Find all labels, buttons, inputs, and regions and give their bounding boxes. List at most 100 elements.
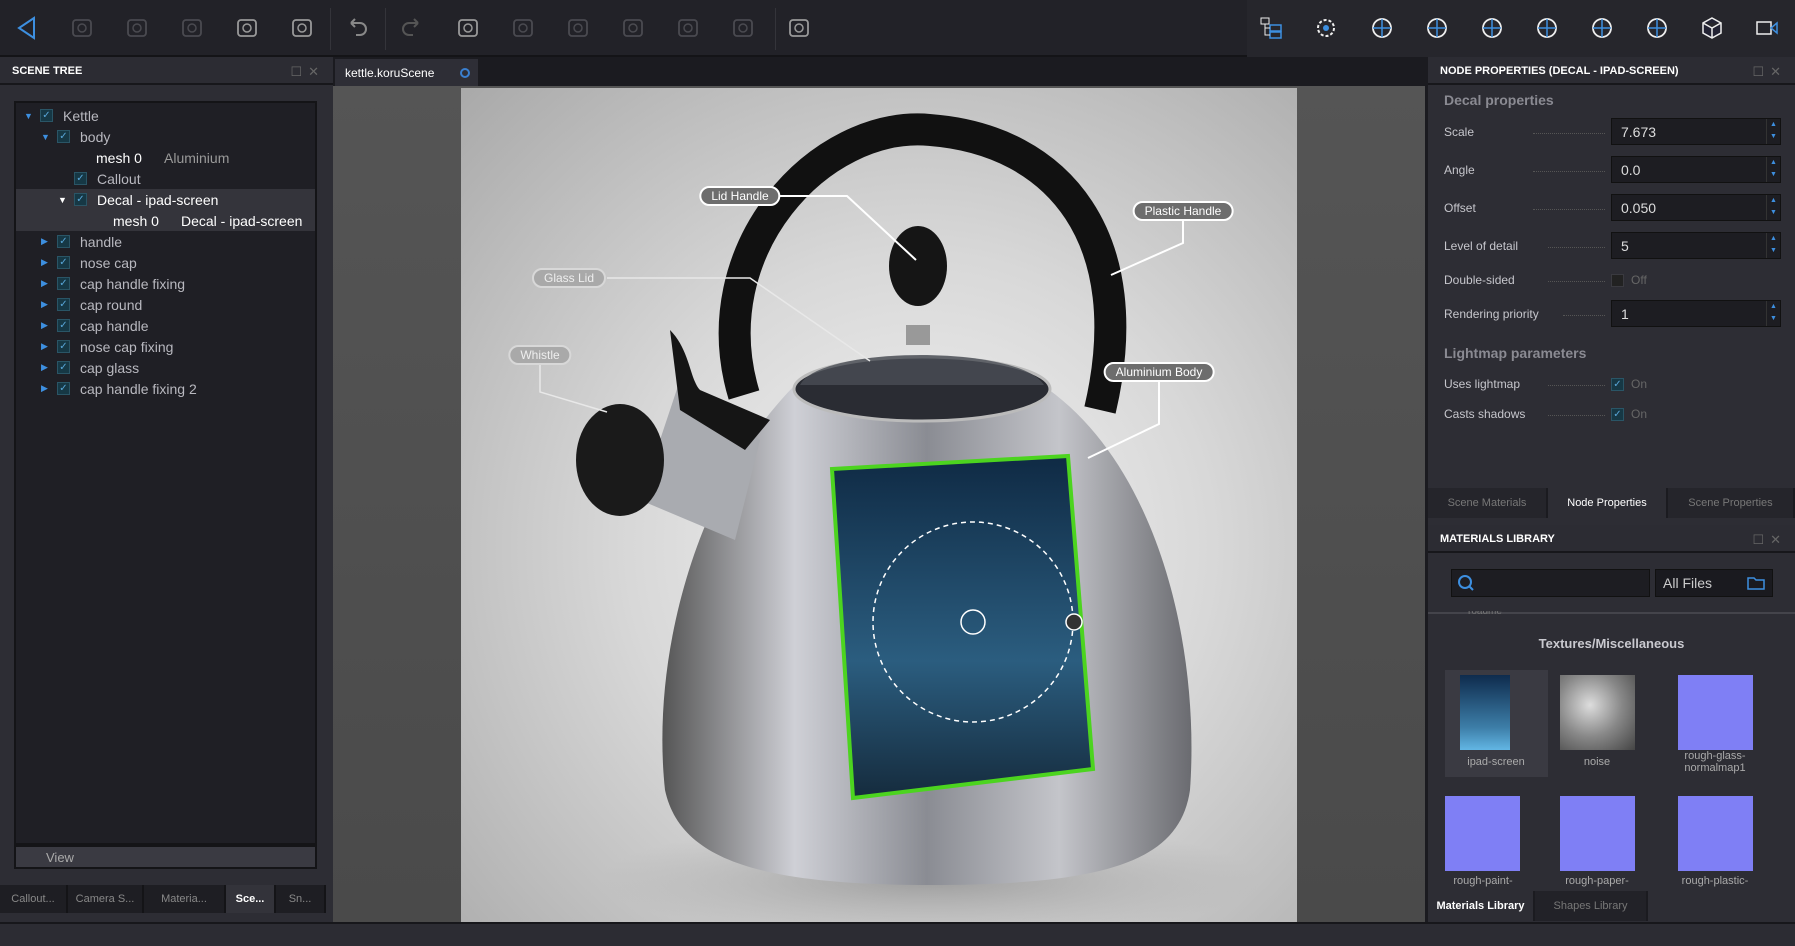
tab-scene-materials[interactable]: Scene Materials: [1428, 488, 1548, 518]
callout-aluminium-body[interactable]: Aluminium Body: [1103, 362, 1215, 382]
offset-field[interactable]: 0.050 ▲ ▼: [1611, 194, 1781, 221]
redo-button[interactable]: [396, 12, 428, 44]
tree-item[interactable]: ▶ ✓ cap round: [16, 294, 315, 315]
tree-item[interactable]: ▶ ✓ cap handle fixing 2: [16, 378, 315, 399]
expand-right-icon[interactable]: ▶: [41, 257, 51, 268]
camera-folder-button[interactable]: [1421, 12, 1453, 44]
double-sided-checkbox[interactable]: [1611, 274, 1624, 287]
visibility-checkbox[interactable]: ✓: [74, 172, 87, 185]
tree-item[interactable]: mesh 0 Aluminium: [16, 147, 315, 168]
thumb-rough-plastic[interactable]: [1678, 796, 1753, 871]
orbit-button[interactable]: [121, 12, 153, 44]
expand-right-icon[interactable]: ▶: [41, 236, 51, 247]
document-tab[interactable]: kettle.koruScene: [335, 59, 478, 86]
callout-plastic-handle[interactable]: Plastic Handle: [1132, 201, 1234, 221]
visibility-checkbox[interactable]: ✓: [74, 193, 87, 206]
lid-handle[interactable]: [889, 226, 947, 306]
3d-viewport[interactable]: Lid Handle Plastic Handle Glass Lid Whis…: [333, 86, 1425, 922]
callout-glass-lid[interactable]: Glass Lid: [531, 268, 607, 288]
tree-item[interactable]: ▼ ✓ body: [16, 126, 315, 147]
expand-right-icon[interactable]: ▶: [41, 383, 51, 394]
visibility-checkbox[interactable]: ✓: [40, 109, 53, 122]
uses-lightmap-checkbox[interactable]: ✓: [1611, 378, 1624, 391]
file-filter-dropdown[interactable]: All Files: [1655, 569, 1773, 597]
cube-button[interactable]: [1696, 12, 1728, 44]
visibility-checkbox[interactable]: ✓: [57, 277, 70, 290]
tree-item[interactable]: ▼ ✓ Kettle: [16, 105, 315, 126]
expand-down-icon[interactable]: ▼: [41, 132, 51, 142]
expand-right-icon[interactable]: ▶: [41, 320, 51, 331]
tab-node-properties[interactable]: Node Properties: [1548, 488, 1668, 518]
thumb-rough-glass[interactable]: [1678, 675, 1753, 750]
move-button[interactable]: [66, 12, 98, 44]
tab-scene-properties[interactable]: Scene Properties: [1668, 488, 1795, 518]
tree-item[interactable]: mesh 0 Decal - ipad-screen: [16, 210, 315, 231]
visibility-checkbox[interactable]: ✓: [57, 256, 70, 269]
render-view[interactable]: Lid Handle Plastic Handle Glass Lid Whis…: [461, 88, 1297, 922]
expand-right-icon[interactable]: ▶: [41, 341, 51, 352]
left-tab[interactable]: Camera S...: [68, 885, 144, 913]
transform-pivot-button[interactable]: [562, 12, 594, 44]
tree-item[interactable]: ▶ ✓ nose cap: [16, 252, 315, 273]
tree-item[interactable]: ▶ ✓ cap handle: [16, 315, 315, 336]
expand-right-icon[interactable]: ▶: [41, 299, 51, 310]
visibility-checkbox[interactable]: ✓: [57, 298, 70, 311]
stepper-icon[interactable]: ▲ ▼: [1766, 233, 1780, 258]
visibility-checkbox[interactable]: ✓: [57, 130, 70, 143]
left-tab[interactable]: Sce...: [226, 885, 276, 913]
view-bar[interactable]: View: [14, 845, 317, 869]
video-button[interactable]: [1751, 12, 1783, 44]
decal-scale-handle[interactable]: [1065, 613, 1083, 631]
thumb-rough-paint[interactable]: [1445, 796, 1520, 871]
visibility-checkbox[interactable]: ✓: [57, 361, 70, 374]
left-tab[interactable]: Sn...: [276, 885, 326, 913]
whistle[interactable]: [576, 404, 664, 516]
angle-field[interactable]: 0.0 ▲ ▼: [1611, 156, 1781, 183]
visibility-checkbox[interactable]: ✓: [57, 382, 70, 395]
tree-item[interactable]: ✓ Callout: [16, 168, 315, 189]
stepper-icon[interactable]: ▲ ▼: [1766, 301, 1780, 326]
snapshots-button[interactable]: [1586, 12, 1618, 44]
settings-button[interactable]: [1310, 12, 1342, 44]
rendering-priority-field[interactable]: 1 ▲ ▼: [1611, 300, 1781, 327]
environment-add-button[interactable]: [1531, 12, 1563, 44]
add-callout-button[interactable]: [286, 12, 318, 44]
callouts-button[interactable]: [1641, 12, 1673, 44]
panel-window-controls[interactable]: ☐✕: [290, 64, 325, 80]
panel-window-controls[interactable]: ☐✕: [1752, 532, 1787, 548]
stepper-icon[interactable]: ▲ ▼: [1766, 195, 1780, 220]
explode-button[interactable]: [672, 12, 704, 44]
callout-lid-handle[interactable]: Lid Handle: [699, 186, 781, 206]
casts-shadows-checkbox[interactable]: ✓: [1611, 408, 1624, 421]
expand-down-icon[interactable]: ▼: [58, 195, 68, 205]
focus-object-button[interactable]: [452, 12, 484, 44]
expand-right-icon[interactable]: ▶: [41, 278, 51, 289]
tab-materials-library[interactable]: Materials Library: [1428, 891, 1535, 921]
frame-button[interactable]: [176, 12, 208, 44]
tree-item[interactable]: ▶ ✓ cap handle fixing: [16, 273, 315, 294]
lod-field[interactable]: 5 ▲ ▼: [1611, 232, 1781, 259]
left-tab[interactable]: Callout...: [0, 885, 68, 913]
environment-button[interactable]: [1366, 12, 1398, 44]
tree-item[interactable]: ▼ ✓ Decal - ipad-screen: [16, 189, 315, 210]
tree-item[interactable]: ▶ ✓ handle: [16, 231, 315, 252]
visibility-checkbox[interactable]: ✓: [57, 340, 70, 353]
bottle-button[interactable]: [727, 12, 759, 44]
drop-to-floor-button[interactable]: [507, 12, 539, 44]
tree-item[interactable]: ▶ ✓ cap glass: [16, 357, 315, 378]
tree-item[interactable]: ▶ ✓ nose cap fixing: [16, 336, 315, 357]
scene-tree-button[interactable]: [1255, 12, 1287, 44]
stepper-icon[interactable]: ▲ ▼: [1766, 157, 1780, 182]
model-folder-button[interactable]: [1476, 12, 1508, 44]
thumb-rough-paper[interactable]: [1560, 796, 1635, 871]
thumb-noise[interactable]: [1560, 675, 1635, 750]
callout-whistle[interactable]: Whistle: [508, 345, 572, 365]
stepper-icon[interactable]: ▲ ▼: [1766, 119, 1780, 144]
export-button[interactable]: [783, 12, 815, 44]
left-tab[interactable]: Materia...: [144, 885, 226, 913]
panel-window-controls[interactable]: ☐✕: [1752, 64, 1787, 80]
camera-settings-button[interactable]: [231, 12, 263, 44]
expand-down-icon[interactable]: ▼: [24, 111, 34, 121]
materials-search-input[interactable]: [1451, 569, 1650, 597]
tab-shapes-library[interactable]: Shapes Library: [1535, 891, 1648, 921]
